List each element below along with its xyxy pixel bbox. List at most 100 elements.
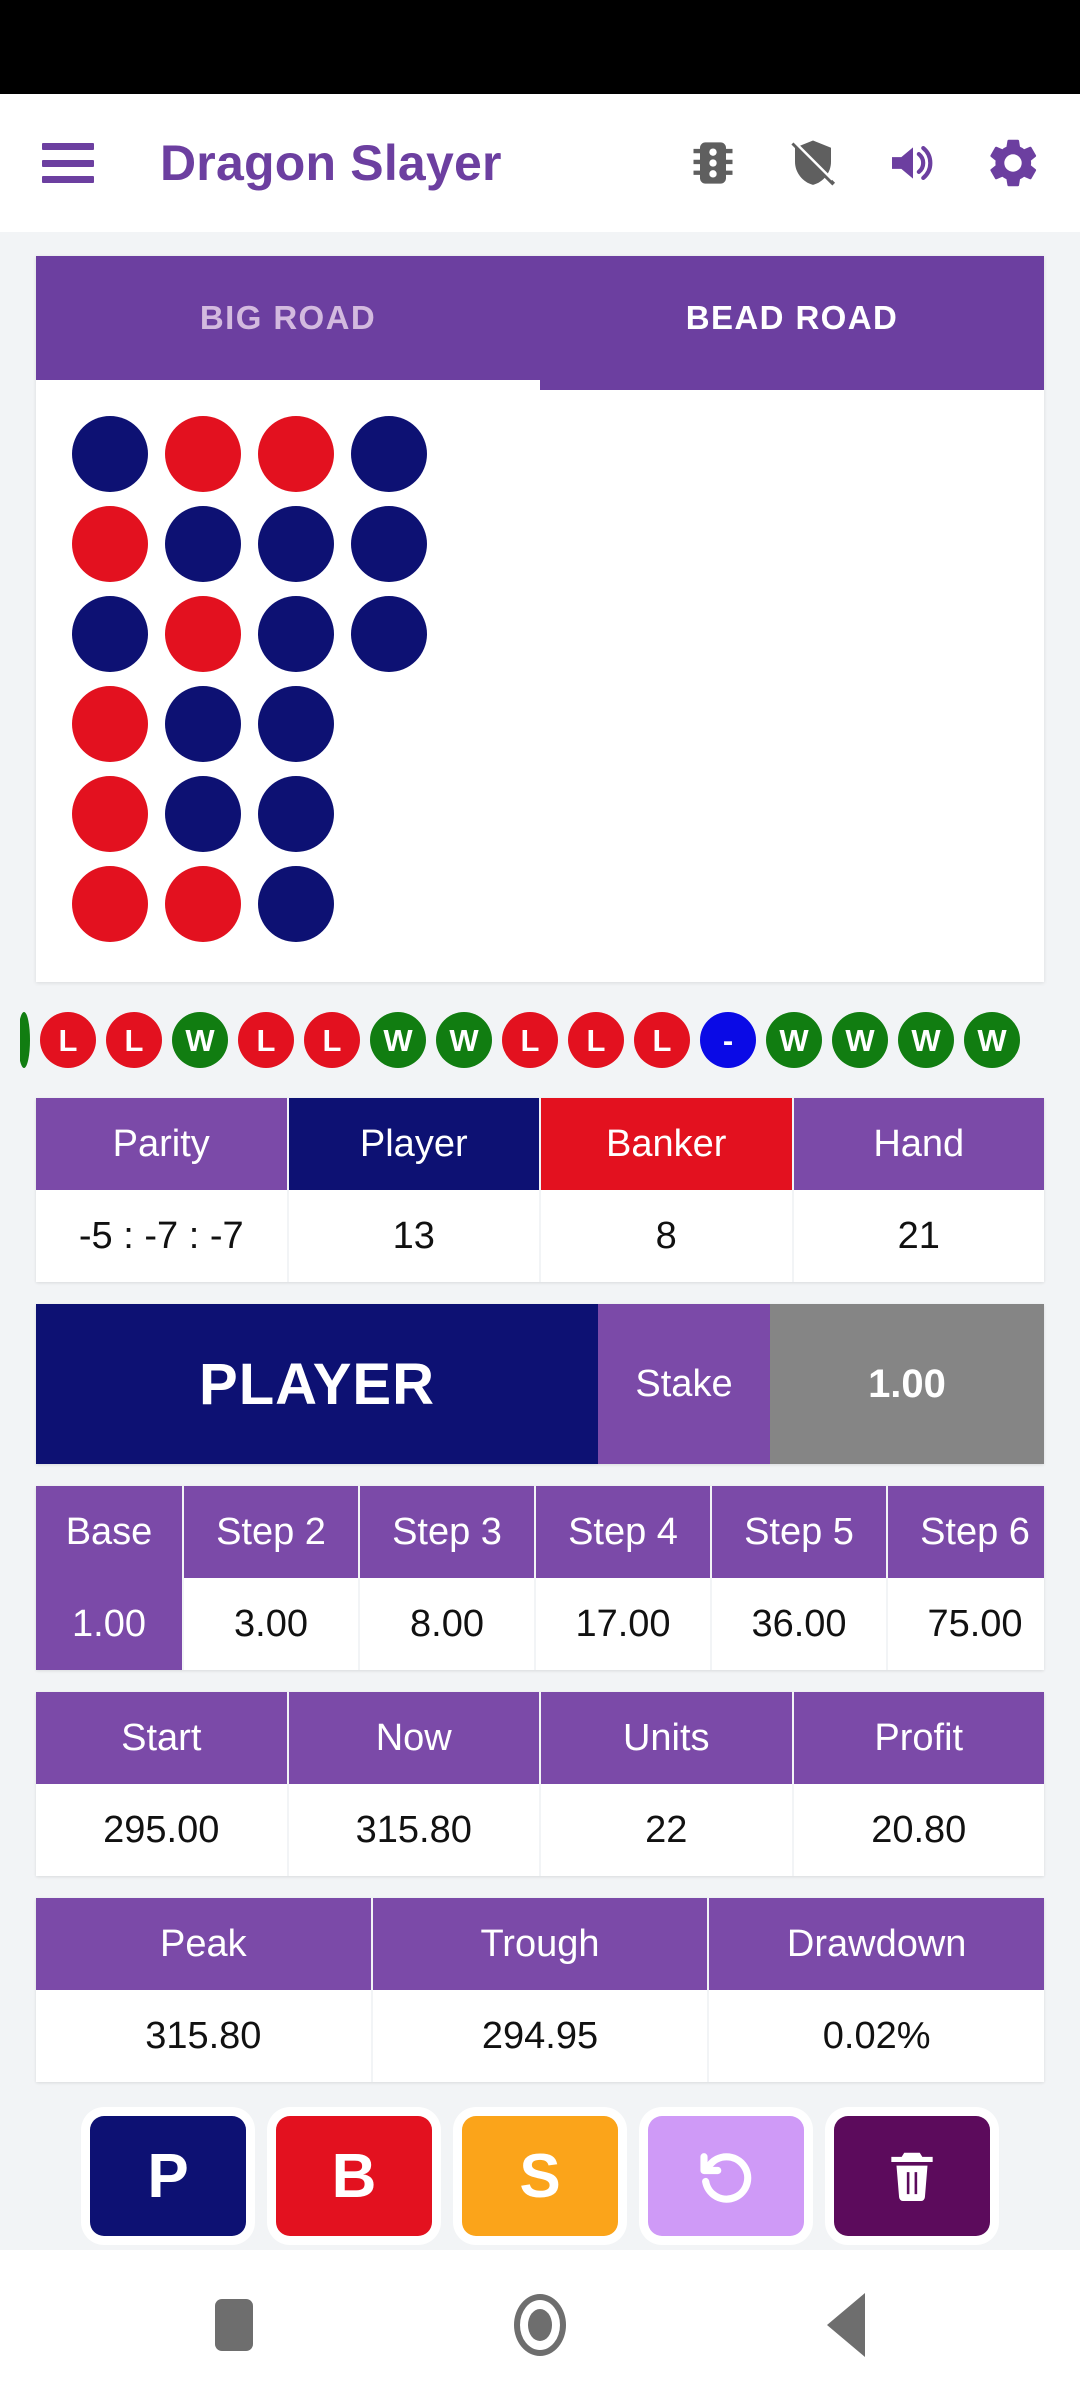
result-dot-loss: L [634, 1012, 690, 1068]
app-bar: Dragon Slayer [0, 94, 1080, 232]
peak-value: 315.80 [36, 1990, 373, 2082]
bead-navy [258, 866, 334, 942]
result-dot-win: W [832, 1012, 888, 1068]
gear-icon[interactable] [982, 132, 1044, 194]
road-card: BIG ROAD BEAD ROAD [36, 256, 1044, 982]
hand-header: Hand [793, 1098, 1044, 1190]
traffic-light-icon[interactable] [682, 132, 744, 194]
tab-big-road[interactable]: BIG ROAD [36, 256, 540, 380]
results-history-strip[interactable]: LLWLLWWLLL-WWWW [20, 1004, 1080, 1076]
result-dot-loss: L [40, 1012, 96, 1068]
start-value: 295.00 [36, 1784, 289, 1876]
bead-red [165, 596, 241, 672]
skip-button[interactable]: S [462, 2116, 618, 2236]
bead-red [72, 866, 148, 942]
now-value: 315.80 [288, 1784, 541, 1876]
drawdown-value: 0.02% [709, 1990, 1044, 2082]
steps-table[interactable]: Base Step 2 Step 3 Step 4 Step 5 Step 6 1.00 3… [36, 1486, 1044, 1670]
hamburger-menu-icon[interactable] [42, 143, 94, 183]
bead-navy [351, 596, 427, 672]
bead-road-grid[interactable] [36, 390, 1044, 982]
now-header: Now [288, 1692, 541, 1784]
step-value-3: 17.00 [536, 1578, 712, 1670]
banker-value: 8 [541, 1190, 794, 1282]
start-header: Start [36, 1692, 289, 1784]
bead-road-row [72, 686, 1044, 762]
parity-table-value-row: -5 : -7 : -7 13 8 21 [36, 1190, 1044, 1282]
bead-navy [72, 596, 148, 672]
tab-indicator-bead-road [540, 380, 1044, 390]
bead-red [165, 416, 241, 492]
parity-header: Parity [36, 1098, 289, 1190]
page-title: Dragon Slayer [160, 135, 502, 191]
result-dot-loss: L [238, 1012, 294, 1068]
bead-navy [351, 506, 427, 582]
result-dot-loss: L [106, 1012, 162, 1068]
result-dot-win: W [766, 1012, 822, 1068]
tab-indicator-big-road [36, 380, 540, 390]
bead-navy [165, 506, 241, 582]
current-bet-side[interactable]: PLAYER [36, 1304, 598, 1464]
bead-navy [258, 506, 334, 582]
risk-table-value-row: 315.80 294.95 0.02% [36, 1990, 1044, 2082]
drawdown-header: Drawdown [709, 1898, 1044, 1990]
app-bar-actions [682, 132, 1044, 194]
step-header-3: Step 4 [536, 1486, 712, 1578]
bead-navy [72, 416, 148, 492]
bead-road-row [72, 596, 1044, 672]
bead-navy [258, 596, 334, 672]
home-button[interactable] [505, 2290, 575, 2360]
profit-header: Profit [793, 1692, 1044, 1784]
player-bet-button[interactable]: P [90, 2116, 246, 2236]
undo-button[interactable] [648, 2116, 804, 2236]
result-dot-win: W [370, 1012, 426, 1068]
trough-header: Trough [372, 1898, 710, 1990]
trough-value: 294.95 [372, 1990, 710, 2082]
bet-bar: PLAYER Stake 1.00 [36, 1304, 1044, 1464]
tab-indicator-row [36, 380, 1044, 390]
profit-value: 20.80 [793, 1784, 1044, 1876]
bead-road-row [72, 416, 1044, 492]
bead-red [72, 506, 148, 582]
shield-off-icon[interactable] [782, 132, 844, 194]
peak-header: Peak [36, 1898, 373, 1990]
parity-table: Parity Player Banker Hand -5 : -7 : -7 1… [36, 1098, 1044, 1282]
result-dot-win: W [898, 1012, 954, 1068]
step-header-4: Step 5 [712, 1486, 888, 1578]
parity-value: -5 : -7 : -7 [36, 1190, 289, 1282]
result-dot-tie: - [700, 1012, 756, 1068]
stake-label: Stake [598, 1304, 770, 1464]
bead-road-row [72, 506, 1044, 582]
tab-bead-road[interactable]: BEAD ROAD [540, 256, 1044, 380]
recents-button[interactable] [199, 2290, 269, 2360]
main-content: BIG ROAD BEAD ROAD LLWLLWWLLL-WWWW Parit… [0, 232, 1080, 2250]
triangle-left-icon [827, 2293, 865, 2357]
phone-screen: Dragon Slayer BIG ROAD BEAD ROAD L L W L… [0, 0, 1080, 2400]
units-value: 22 [541, 1784, 794, 1876]
clear-button[interactable] [834, 2116, 990, 2236]
balance-table-header-row: Start Now Units Profit [36, 1692, 1044, 1784]
result-dot-win: W [964, 1012, 1020, 1068]
result-dot-loss: L [304, 1012, 360, 1068]
bead-road-row [72, 776, 1044, 852]
step-value-2: 8.00 [360, 1578, 536, 1670]
bead-red [72, 686, 148, 762]
square-icon [215, 2299, 253, 2351]
steps-table-header-row: Base Step 2 Step 3 Step 4 Step 5 Step 6 [36, 1486, 1044, 1578]
player-header: Player [288, 1098, 541, 1190]
stake-value[interactable]: 1.00 [770, 1304, 1044, 1464]
risk-table: Peak Trough Drawdown 315.80 294.95 0.02% [36, 1898, 1044, 2082]
road-tabs: BIG ROAD BEAD ROAD [36, 256, 1044, 380]
banker-bet-button[interactable]: B [276, 2116, 432, 2236]
status-bar [0, 0, 1080, 94]
step-header-5: Step 6 [888, 1486, 1044, 1578]
bead-navy [258, 686, 334, 762]
bead-red [165, 866, 241, 942]
volume-up-icon[interactable] [882, 132, 944, 194]
result-dot-win: W [172, 1012, 228, 1068]
circle-icon [514, 2294, 566, 2356]
bead-navy [351, 416, 427, 492]
parity-table-header-row: Parity Player Banker Hand [36, 1098, 1044, 1190]
bead-navy [258, 776, 334, 852]
back-button[interactable] [811, 2290, 881, 2360]
